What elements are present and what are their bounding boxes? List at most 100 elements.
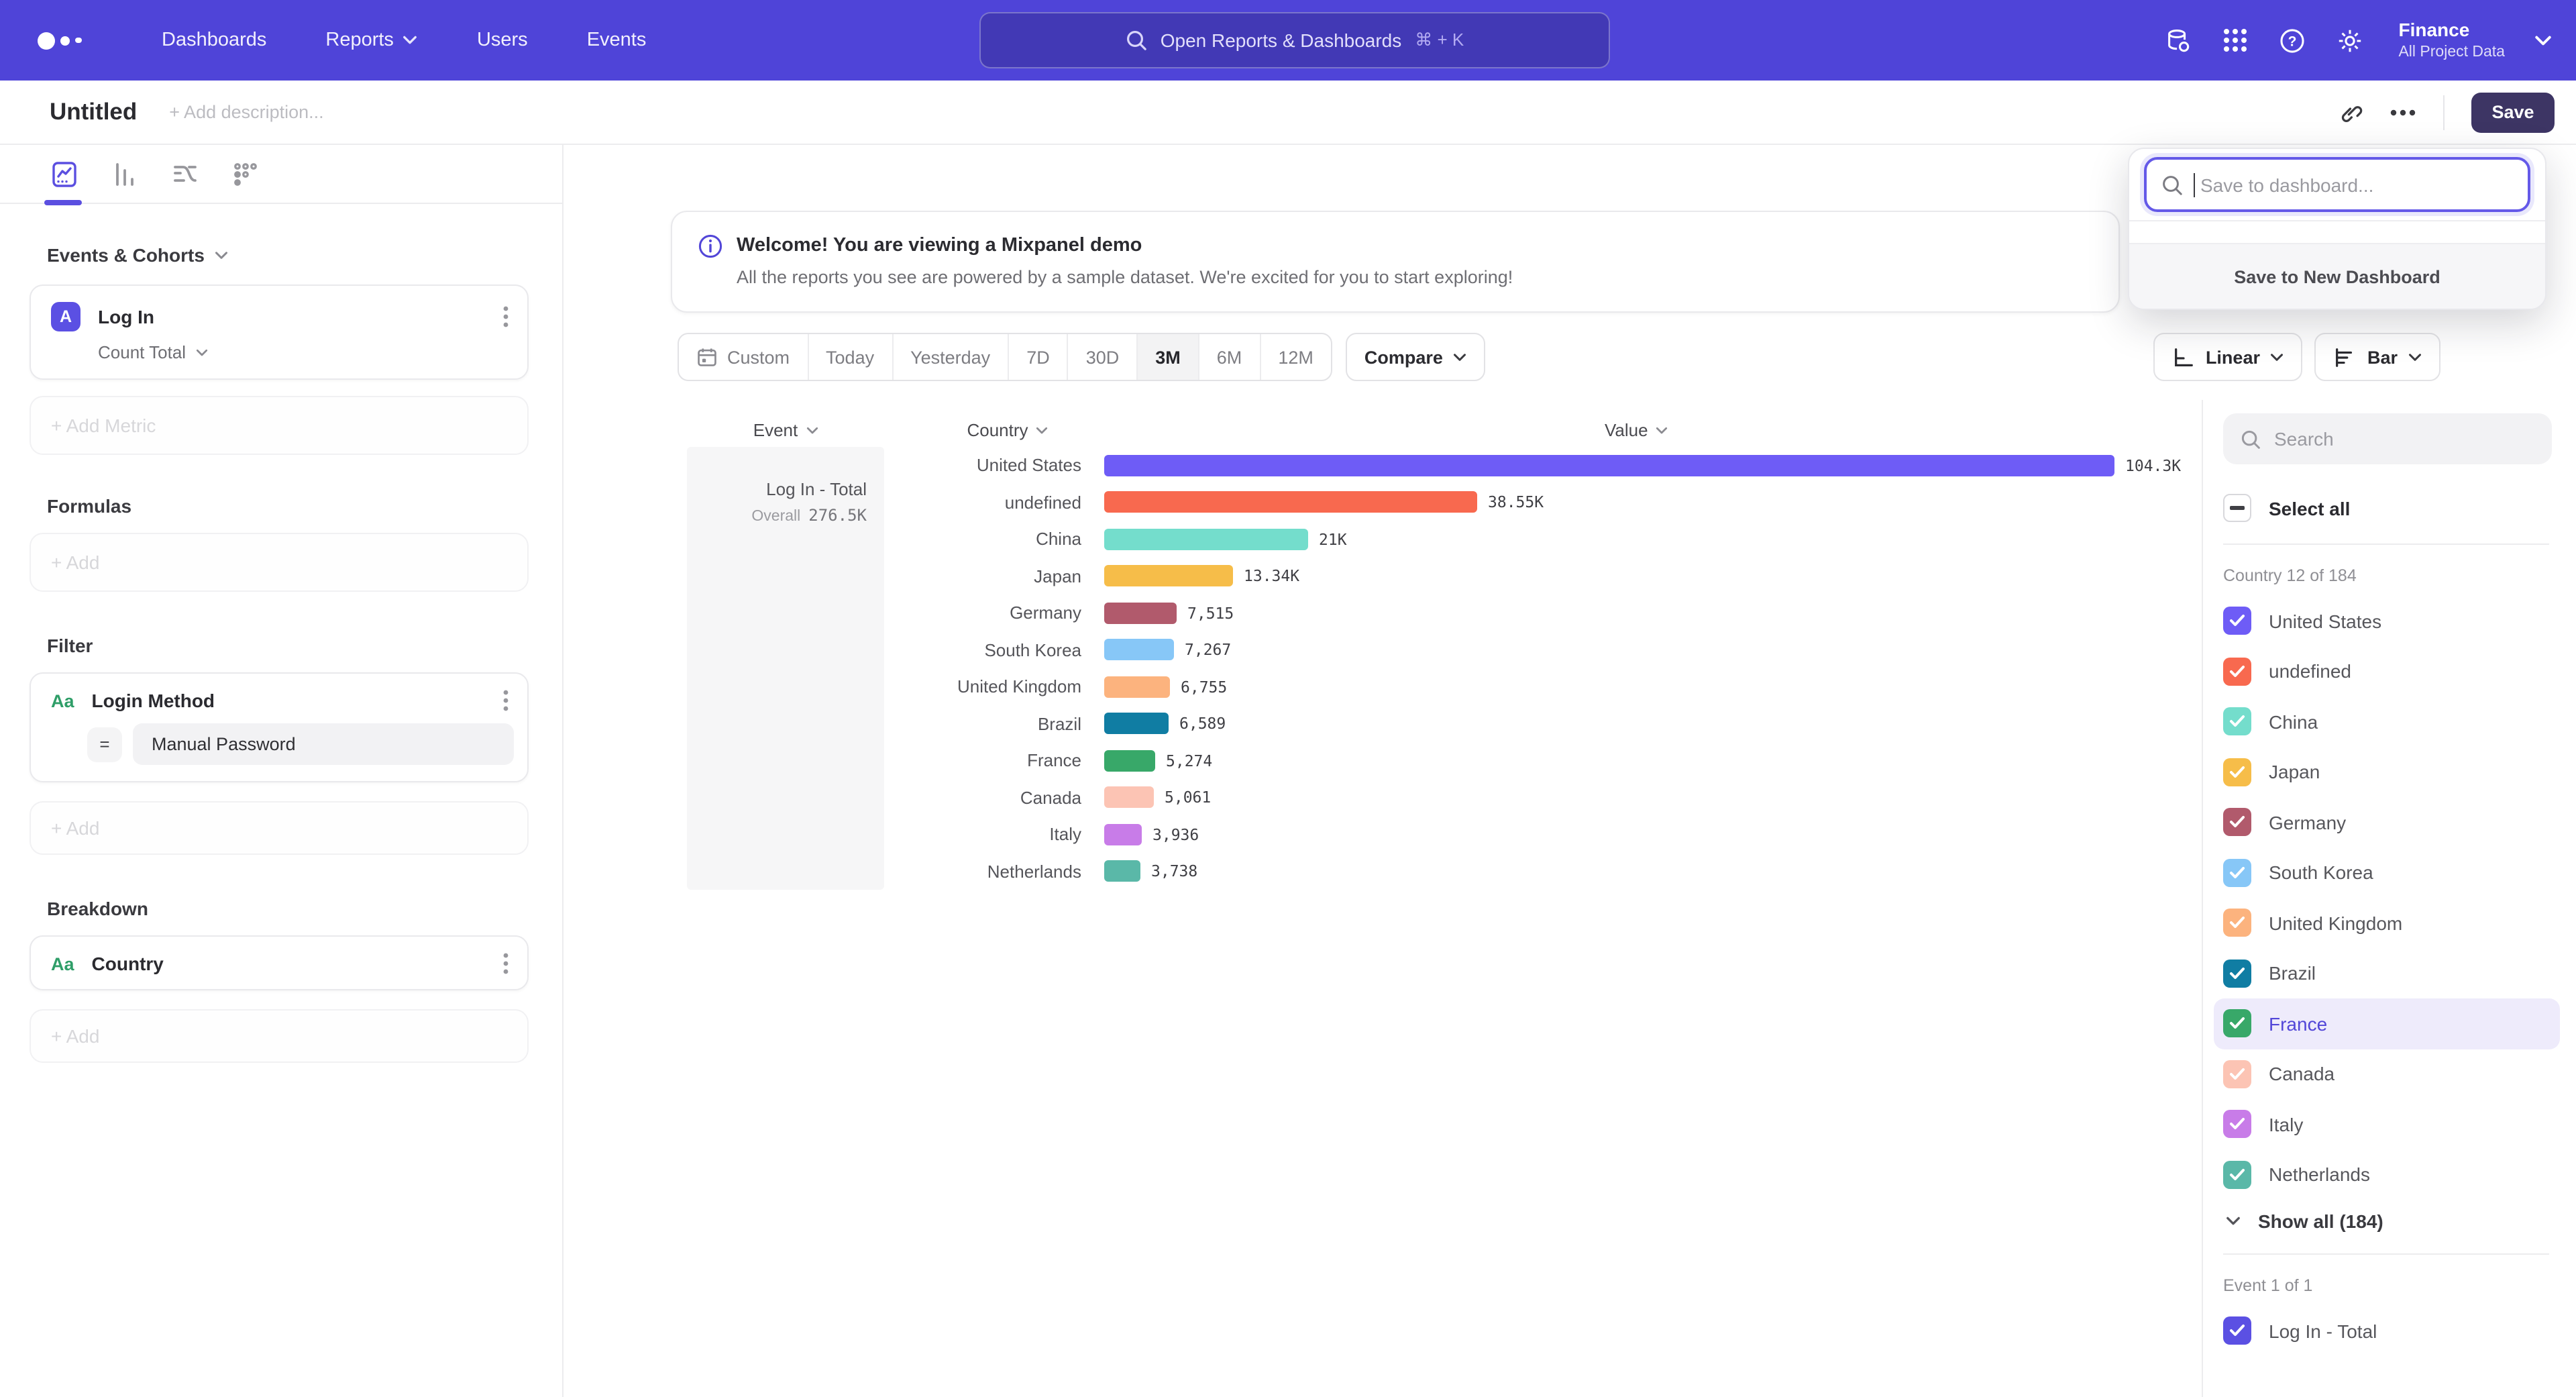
project-selector[interactable]: Finance All Project Data [2398, 19, 2505, 62]
scale-selector[interactable]: Linear [2153, 333, 2303, 381]
save-dashboard-input[interactable] [2200, 174, 2509, 195]
event-series-checkbox[interactable] [2223, 1317, 2251, 1345]
range-6m[interactable]: 6M [1198, 334, 1260, 380]
nav-item-dashboards[interactable]: Dashboards [162, 30, 266, 51]
settings-gear-icon[interactable] [2335, 26, 2363, 54]
country-checkbox[interactable] [2223, 1110, 2251, 1139]
country-row-brazil[interactable]: Brazil [2214, 948, 2560, 998]
filter-operator[interactable]: = [87, 727, 122, 762]
global-search-placeholder: Open Reports & Dashboards [1161, 30, 1402, 51]
add-metric-button[interactable]: + Add Metric [30, 396, 529, 455]
bar[interactable] [1104, 603, 1177, 624]
country-checkbox[interactable] [2223, 909, 2251, 937]
select-all-row[interactable]: Select all [2223, 494, 2576, 522]
show-all-button[interactable]: Show all (184) [2226, 1210, 2576, 1232]
column-header-country[interactable]: Country [907, 420, 1108, 440]
country-row-netherlands[interactable]: Netherlands [2214, 1149, 2560, 1200]
add-description[interactable]: + Add description... [169, 102, 323, 122]
country-checkbox[interactable] [2223, 809, 2251, 837]
bar[interactable] [1104, 787, 1154, 809]
country-checkbox[interactable] [2223, 960, 2251, 988]
column-header-event[interactable]: Event [687, 420, 884, 440]
range-custom[interactable]: Custom [679, 334, 807, 380]
bar[interactable] [1104, 750, 1155, 772]
country-checkbox[interactable] [2223, 607, 2251, 635]
filter-card[interactable]: Aa Login Method = Manual Password [30, 672, 529, 782]
nav-item-events[interactable]: Events [587, 30, 647, 51]
country-row-south-korea[interactable]: South Korea [2214, 847, 2560, 898]
add-formula-button[interactable]: + Add [30, 533, 529, 592]
filter-kebab-icon[interactable] [503, 690, 508, 711]
column-header-value[interactable]: Value [1605, 420, 1668, 440]
country-checkbox[interactable] [2223, 1060, 2251, 1088]
apps-grid-icon[interactable] [2221, 27, 2248, 54]
bar[interactable] [1104, 713, 1169, 735]
bar[interactable] [1104, 455, 2114, 476]
country-group-header: Country 12 of 184 [2223, 566, 2576, 585]
country-checkbox[interactable] [2223, 708, 2251, 736]
nav-item-reports[interactable]: Reports [325, 30, 418, 51]
add-filter-button[interactable]: + Add [30, 801, 529, 855]
country-row-canada[interactable]: Canada [2214, 1049, 2560, 1099]
range-3m[interactable]: 3M [1136, 334, 1198, 380]
country-checkbox[interactable] [2223, 758, 2251, 786]
save-dashboard-search[interactable] [2144, 157, 2530, 212]
country-checkbox[interactable] [2223, 859, 2251, 887]
breakdown-kebab-icon[interactable] [503, 953, 508, 974]
country-row-france[interactable]: France [2214, 998, 2560, 1049]
mixpanel-logo[interactable] [38, 32, 81, 49]
event-series-row[interactable]: Log In - Total [2214, 1306, 2560, 1356]
breakdown-card[interactable]: Aa Country [30, 935, 529, 990]
country-row-united-kingdom[interactable]: United Kingdom [2214, 898, 2560, 948]
range-7d[interactable]: 7D [1008, 334, 1067, 380]
filter-value[interactable]: Manual Password [133, 723, 514, 765]
range-30d[interactable]: 30D [1067, 334, 1137, 380]
tab-insights-icon[interactable] [50, 159, 79, 189]
save-to-new-dashboard-button[interactable]: Save to New Dashboard [2129, 243, 2545, 309]
bar[interactable] [1104, 639, 1174, 661]
data-management-icon[interactable] [2163, 26, 2192, 54]
country-row-italy[interactable]: Italy [2214, 1099, 2560, 1149]
range-12m[interactable]: 12M [1259, 334, 1331, 380]
save-button[interactable]: Save [2471, 92, 2555, 132]
bar[interactable] [1104, 529, 1308, 550]
project-chevron-down-icon[interactable] [2534, 34, 2552, 46]
metric-aggregation[interactable]: Count Total [98, 342, 527, 362]
range-today[interactable]: Today [807, 334, 892, 380]
country-checkbox[interactable] [2223, 1010, 2251, 1038]
select-all-checkbox[interactable] [2223, 494, 2251, 522]
range-yesterday[interactable]: Yesterday [892, 334, 1008, 380]
copy-link-icon[interactable] [2339, 100, 2363, 124]
bar-category-label: Italy [884, 825, 1081, 845]
top-nav: Dashboards Reports Users Events Open Report… [0, 0, 2576, 81]
country-row-undefined[interactable]: undefined [2214, 646, 2560, 696]
metric-card[interactable]: A Log In Count Total [30, 284, 529, 380]
country-row-united-states[interactable]: United States [2214, 596, 2560, 646]
country-row-china[interactable]: China [2214, 696, 2560, 747]
chart-type-selector[interactable]: Bar [2315, 333, 2440, 381]
bar[interactable] [1104, 492, 1477, 513]
series-search-input[interactable] [2274, 428, 2516, 450]
bar[interactable] [1104, 861, 1140, 882]
tab-retention-icon[interactable] [231, 159, 260, 189]
tab-flows-icon[interactable] [170, 159, 200, 189]
bar[interactable] [1104, 676, 1170, 698]
bar[interactable] [1104, 824, 1142, 845]
tab-funnels-icon[interactable] [110, 159, 140, 189]
global-search[interactable]: Open Reports & Dashboards ⌘ + K [979, 12, 1610, 68]
compare-button[interactable]: Compare [1346, 333, 1486, 381]
country-checkbox[interactable] [2223, 1161, 2251, 1189]
country-row-japan[interactable]: Japan [2214, 747, 2560, 797]
event-group-header: Event 1 of 1 [2223, 1276, 2576, 1295]
add-breakdown-button[interactable]: + Add [30, 1009, 529, 1063]
events-cohorts-header[interactable]: Events & Cohorts [47, 244, 527, 266]
series-search[interactable] [2223, 413, 2552, 464]
report-title[interactable]: Untitled [50, 98, 137, 126]
bar[interactable] [1104, 566, 1233, 587]
help-icon[interactable]: ? [2277, 26, 2306, 54]
nav-item-users[interactable]: Users [477, 30, 528, 51]
metric-kebab-icon[interactable] [503, 306, 508, 327]
country-row-germany[interactable]: Germany [2214, 797, 2560, 847]
country-checkbox[interactable] [2223, 658, 2251, 686]
more-options-icon[interactable] [2390, 108, 2416, 116]
